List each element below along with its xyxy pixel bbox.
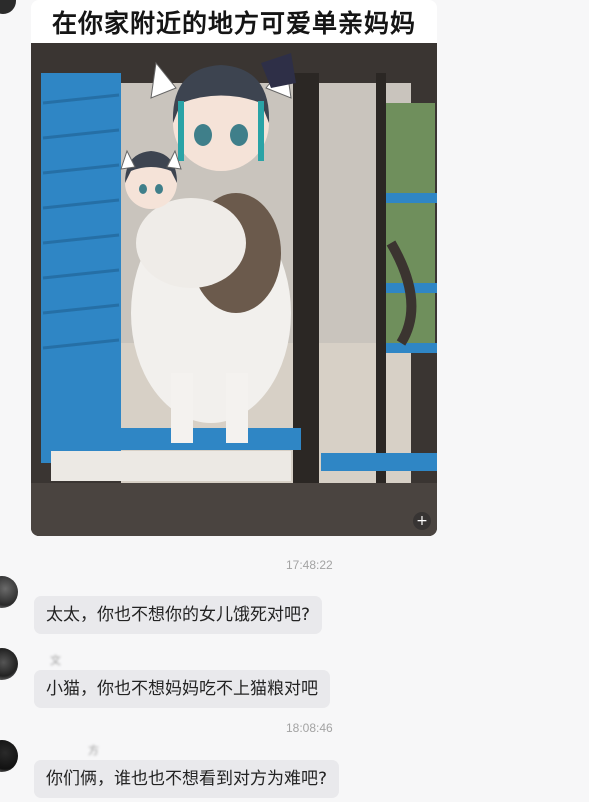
timestamp: 18:08:46 (286, 721, 333, 735)
sender-avatar[interactable] (0, 648, 18, 680)
sender-avatar[interactable] (0, 740, 18, 772)
sender-avatar[interactable] (0, 576, 18, 608)
expand-icon[interactable]: + (413, 512, 431, 530)
previous-sender-avatar[interactable] (0, 0, 16, 14)
sender-name: 方 (88, 744, 99, 757)
sender-name: 文 (50, 654, 61, 667)
meme-caption: 在你家附近的地方可爱单亲妈妈 (51, 9, 416, 38)
chat-bubble[interactable]: 太太，你也不想你的女儿饿死对吧? (34, 596, 323, 634)
meme-image-message[interactable]: 在你家附近的地方可爱单亲妈妈 + (31, 0, 437, 536)
meme-photo (31, 43, 437, 536)
timestamp: 17:48:22 (286, 558, 333, 572)
chat-bubble[interactable]: 你们俩，谁也也不想看到对方为难吧? (34, 760, 340, 798)
chat-bubble[interactable]: 小猫，你也不想妈妈吃不上猫粮对吧 (34, 670, 330, 708)
